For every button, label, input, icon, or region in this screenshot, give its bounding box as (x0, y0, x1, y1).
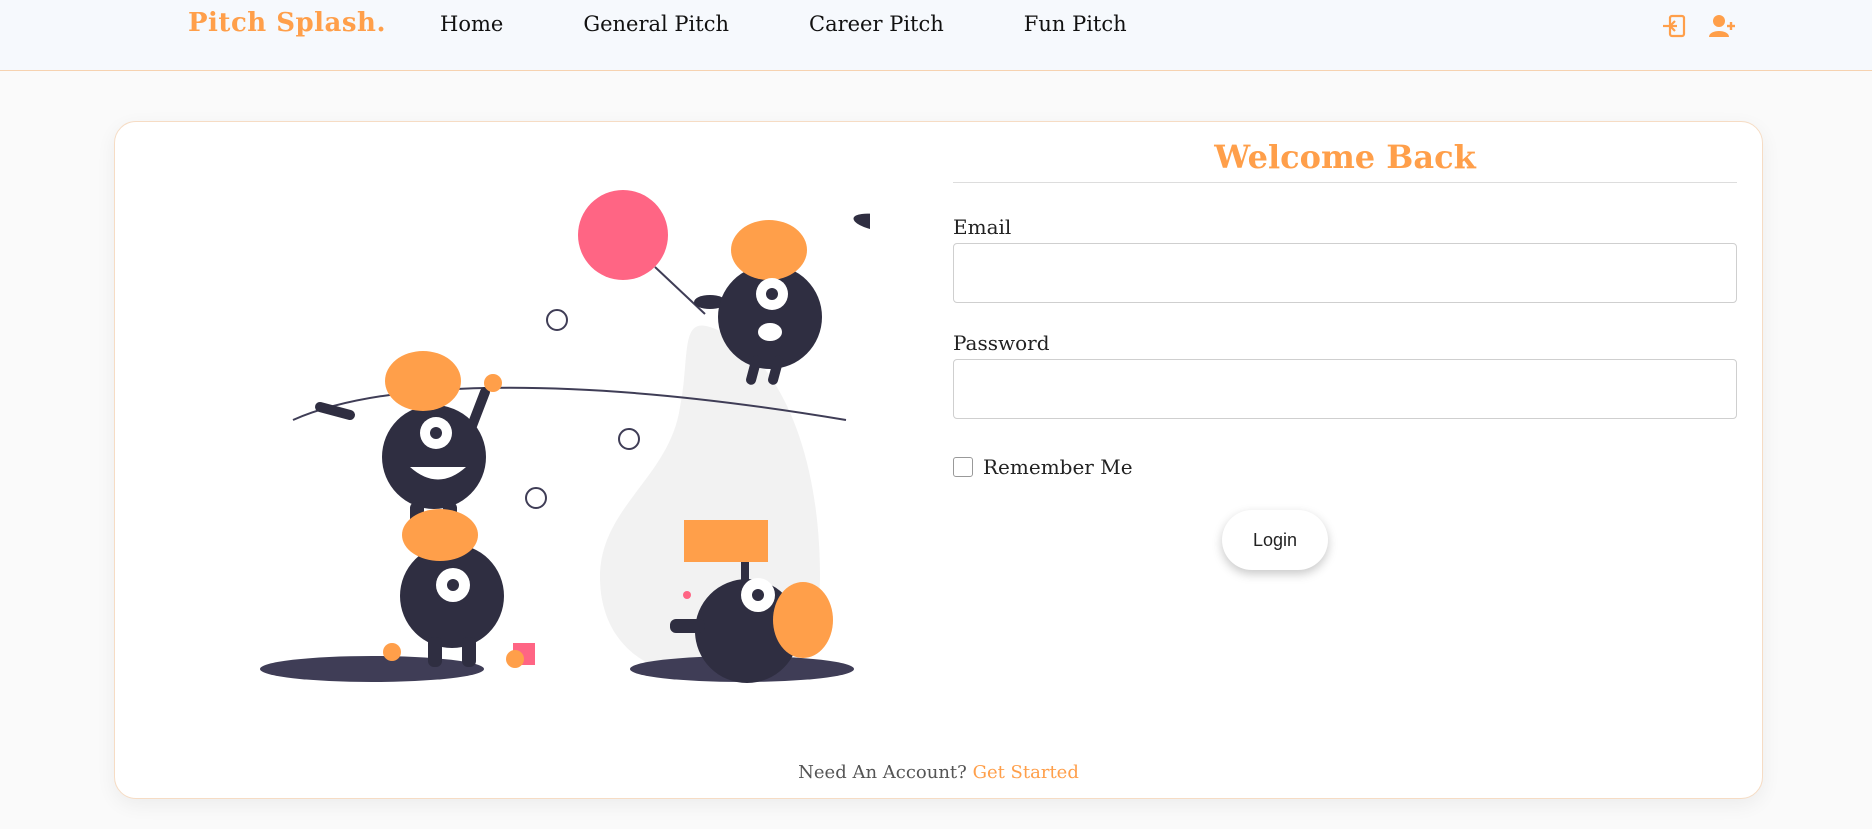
nav-icons (1660, 12, 1736, 40)
signup-prompt: Need An Account? Get Started (115, 762, 1762, 783)
nav-link-general-pitch[interactable]: General Pitch (583, 12, 729, 36)
nav-link-career-pitch[interactable]: Career Pitch (809, 12, 944, 36)
email-field[interactable] (953, 243, 1737, 303)
remember-me-row: Remember Me (953, 455, 1737, 479)
login-button[interactable]: Login (1222, 510, 1328, 570)
remember-me-checkbox[interactable] (953, 457, 973, 477)
form-title: Welcome Back (953, 138, 1737, 183)
login-icon[interactable] (1660, 12, 1688, 40)
nav-links: Home General Pitch Career Pitch Fun Pitc… (440, 12, 1207, 36)
password-field[interactable] (953, 359, 1737, 419)
password-label: Password (953, 331, 1050, 355)
nav-link-home[interactable]: Home (440, 12, 503, 36)
brand-logo[interactable]: Pitch Splash. (188, 8, 386, 38)
remember-me-label[interactable]: Remember Me (983, 455, 1133, 479)
navbar: Pitch Splash. Home General Pitch Career … (0, 0, 1872, 71)
login-form: Welcome Back Email Password Remember Me (953, 122, 1737, 479)
email-label: Email (953, 215, 1012, 239)
add-user-icon[interactable] (1708, 12, 1736, 40)
playful-monsters-illustration (260, 190, 870, 683)
get-started-link[interactable]: Get Started (973, 762, 1079, 783)
login-card: Welcome Back Email Password Remember Me … (114, 121, 1763, 799)
nav-link-fun-pitch[interactable]: Fun Pitch (1024, 12, 1127, 36)
signup-prompt-text: Need An Account? (798, 762, 967, 783)
